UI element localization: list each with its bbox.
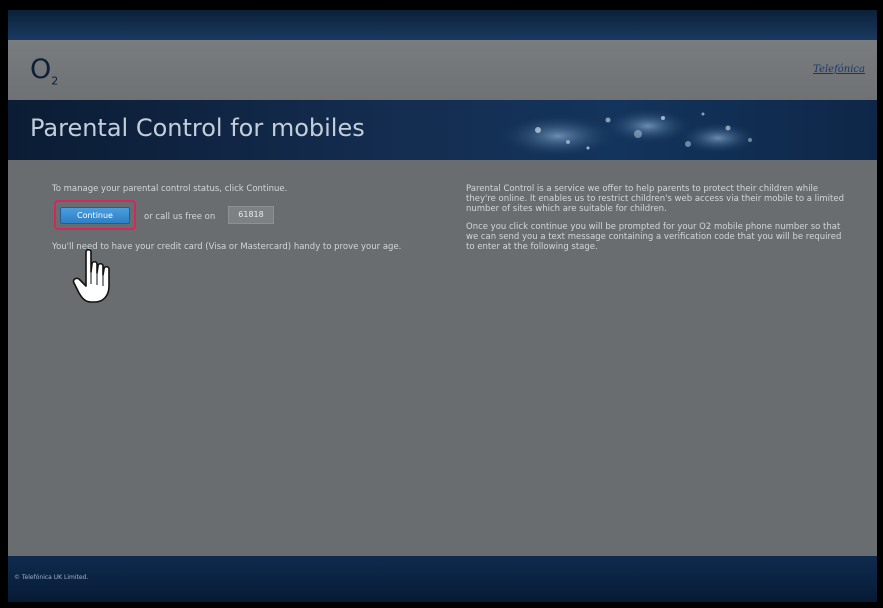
page-title: Parental Control for mobiles [30,114,365,142]
copyright-text: © Telefónica UK Limited. [14,574,89,581]
telefonica-logo[interactable]: Telefónica [813,64,865,75]
phone-number-box: 61818 [228,206,274,224]
continue-button[interactable]: Continue [60,207,130,224]
service-description: Parental Control is a service we offer t… [466,184,844,214]
top-strip [8,10,877,40]
title-banner: Parental Control for mobiles [8,100,877,160]
logo-bar: O2 Telefónica [8,40,877,100]
verification-description: Once you click continue you will be prom… [466,222,842,252]
manage-instruction: To manage your parental control status, … [52,184,288,194]
browser-page: O2 Telefónica Parental Control for mobil… [8,10,877,602]
o2-logo-main: O [30,54,52,85]
call-us-text: or call us free on [144,212,216,222]
o2-logo[interactable]: O2 [30,54,58,87]
o2-logo-sub: 2 [51,74,59,88]
main-content: To manage your parental control status, … [8,160,877,556]
hand-pointer-icon [72,248,110,303]
banner-water-art [498,108,758,158]
page-footer: © Telefónica UK Limited. [8,556,877,602]
